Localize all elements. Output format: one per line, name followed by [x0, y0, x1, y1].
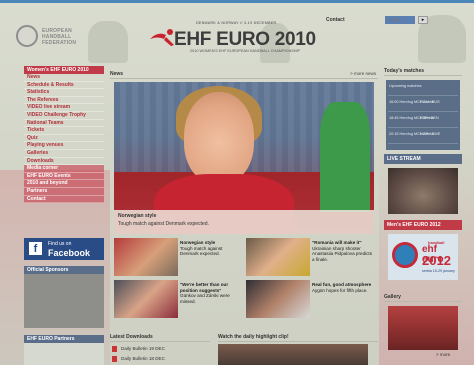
sidebar-item-galleries[interactable]: Galleries: [24, 150, 104, 158]
download-label: Daily Bulletin 18 DEC: [121, 356, 165, 362]
sponsors-panel[interactable]: [24, 274, 104, 328]
hero-caption-title: Norwegian style: [118, 213, 157, 219]
news-thumbnail: [246, 238, 310, 276]
partners-panel[interactable]: [24, 343, 104, 365]
background-player: [320, 102, 370, 212]
news-tile-title: Real fun, good atmosphere: [312, 282, 372, 287]
news-tile-text: Real fun, good atmosphere Aygün hopes fo…: [312, 282, 374, 293]
facebook-line1: Find us on: [48, 241, 72, 247]
highlight-heading: Watch the daily highlight clip!: [218, 332, 378, 342]
gallery-heading: Gallery: [384, 292, 462, 302]
todays-matches-heading: Today's matches: [384, 66, 462, 76]
facebook-icon: f: [29, 242, 42, 255]
match-teams: NOR / SWE: [420, 132, 441, 136]
news-tile-title: Norwegian style: [180, 240, 216, 245]
highlight-video[interactable]: [218, 344, 368, 365]
search-input[interactable]: [385, 16, 415, 24]
match-info: Upcoming matches: [389, 84, 422, 88]
header: EUROPEAN HANDBALL FEDERATION DENMARK & N…: [0, 3, 474, 63]
news-tile-body: Ukrainian sharp shooter Anastasiia Pidpa…: [312, 245, 373, 262]
page: EUROPEAN HANDBALL FEDERATION DENMARK & N…: [0, 0, 474, 365]
sidebar-item-contact[interactable]: Contact: [24, 195, 104, 204]
page-subtitle: 2010 WOMEN'S EHF EUROPEAN HANDBALL CHAMP…: [190, 49, 301, 53]
partners-heading: EHF EURO Partners: [24, 335, 104, 343]
hero-caption: Norwegian style Tough match against Denm…: [114, 210, 374, 234]
sidebar-item-challenge-trophy[interactable]: VIDEO Challenge Trophy: [24, 112, 104, 120]
player-silhouette: [88, 21, 128, 63]
sponsors-heading: Official Sponsors: [24, 266, 104, 274]
facebook-line2: Facebook: [48, 248, 91, 258]
sidebar-item-media-corner[interactable]: Media corner: [24, 165, 104, 173]
sidebar-item-tickets[interactable]: Tickets: [24, 127, 104, 135]
player-face: [184, 92, 254, 184]
todays-matches-panel: Upcoming matches 16:00 Herning MCH Arena…: [386, 80, 460, 150]
handball-icon: [392, 242, 418, 268]
mens-euro-year: 2012: [422, 253, 451, 268]
news-thumbnail: [114, 238, 178, 276]
gallery-image[interactable]: [388, 306, 458, 350]
news-tile-body: Günkov and Zárski were missed.: [180, 293, 230, 304]
hero-caption-text: Tough match against Denmark expected.: [118, 221, 209, 227]
download-item[interactable]: Daily Bulletin 19 DEC: [112, 346, 165, 352]
sidebar-item-2010-beyond[interactable]: 2010 and beyond: [24, 180, 104, 188]
match-teams: ROU / RUS: [420, 100, 440, 104]
gallery-more-link[interactable]: > more: [436, 352, 450, 357]
sidebar-item-referees[interactable]: The Referees: [24, 97, 104, 105]
sidebar-item-partners[interactable]: Partners: [24, 187, 104, 196]
contact-link[interactable]: Contact: [326, 17, 345, 23]
page-title: EHF EURO 2010: [174, 29, 316, 50]
pdf-icon: [112, 346, 117, 352]
host-line: DENMARK & NORWAY // 3-19 DECEMBER: [196, 21, 277, 25]
mens-euro-heading: Men's EHF EURO 2012: [384, 220, 462, 230]
more-news-link[interactable]: > more news: [350, 69, 376, 79]
news-tile-text: Norwegian style Tough match against Denm…: [180, 240, 242, 257]
match-row[interactable]: 18:45 Herning MCH Arena ESP / DEN: [388, 114, 458, 128]
news-thumbnail: [114, 280, 178, 318]
downloads-heading: Latest Downloads: [110, 332, 210, 342]
match-row[interactable]: 20:15 Herning MCH Arena NOR / SWE: [388, 130, 458, 144]
news-tile[interactable]: "Romania will make it" Ukrainian sharp s…: [246, 238, 378, 278]
sidebar-item-venues[interactable]: Playing venues: [24, 142, 104, 150]
live-stream-video[interactable]: [388, 168, 458, 214]
news-tile[interactable]: Real fun, good atmosphere Aygün hopes fo…: [246, 280, 378, 320]
sidebar-item-live-stream[interactable]: VIDEO live stream: [24, 104, 104, 112]
sidebar-item-national-teams[interactable]: National Teams: [24, 120, 104, 128]
sidebar-heading[interactable]: Women's EHF EURO 2010: [24, 66, 104, 74]
hero-image[interactable]: Norwegian style Tough match against Denm…: [114, 82, 374, 234]
news-tile-title: "Romania will make it": [312, 240, 362, 245]
news-title: News: [110, 71, 124, 77]
match-teams: ESP / DEN: [420, 116, 439, 120]
news-tile-text: "Romania will make it" Ukrainian sharp s…: [312, 240, 374, 262]
sidebar-item-quiz[interactable]: Quiz: [24, 135, 104, 143]
ehf-logo-icon[interactable]: [16, 25, 38, 47]
sidebar-item-schedule[interactable]: Schedule & Results: [24, 82, 104, 90]
news-tile[interactable]: "We're better than our position suggests…: [114, 280, 246, 320]
facebook-banner[interactable]: f Find us on Facebook: [24, 238, 104, 260]
news-tile-body: Tough match against Denmark expected.: [180, 245, 223, 257]
sidebar-item-euro-events[interactable]: EHF EURO Events: [24, 172, 104, 181]
news-tile-body: Aygün hopes for fifth place.: [312, 287, 368, 293]
news-tiles: Norwegian style Tough match against Denm…: [114, 238, 378, 322]
news-heading: News > more news: [110, 69, 378, 79]
federation-name: EUROPEAN HANDBALL FEDERATION: [42, 28, 77, 46]
news-tile[interactable]: Norwegian style Tough match against Denm…: [114, 238, 246, 278]
sidebar-item-news[interactable]: News: [24, 74, 104, 82]
mens-euro-where: serbia 15-29 january: [422, 269, 455, 273]
download-item[interactable]: Daily Bulletin 18 DEC: [112, 356, 165, 362]
download-label: Daily Bulletin 19 DEC: [121, 346, 165, 352]
sidebar-item-downloads[interactable]: Downloads: [24, 158, 104, 166]
match-row[interactable]: Upcoming matches: [388, 82, 458, 96]
sidebar-nav: Women's EHF EURO 2010 News Schedule & Re…: [24, 66, 104, 204]
news-tile-title: "We're better than our position suggests…: [180, 282, 229, 293]
mens-euro-banner[interactable]: handball ehf euro 2012 serbia 15-29 janu…: [388, 234, 458, 280]
sidebar-item-statistics[interactable]: Statistics: [24, 89, 104, 97]
news-tile-text: "We're better than our position suggests…: [180, 282, 242, 304]
news-thumbnail: [246, 280, 310, 318]
live-stream-heading: LIVE STREAM: [384, 154, 462, 164]
pdf-icon: [112, 356, 117, 362]
search-button[interactable]: ▸: [418, 16, 428, 24]
match-row[interactable]: 16:00 Herning MCH Arena ROU / RUS: [388, 98, 458, 112]
